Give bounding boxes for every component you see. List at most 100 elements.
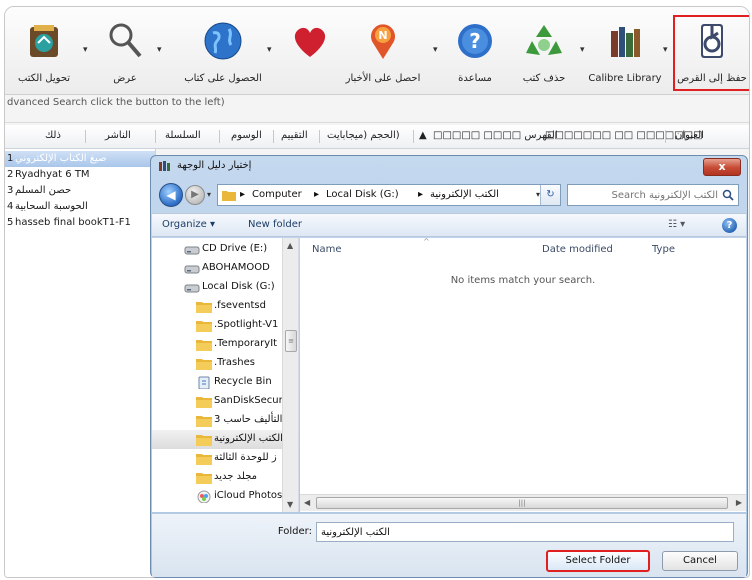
folder-search-box[interactable] <box>567 184 739 206</box>
magnifier-icon <box>109 23 142 58</box>
recent-locations-dropdown[interactable]: ▾ <box>207 190 211 199</box>
column-more[interactable]: ذلك <box>45 130 61 141</box>
nav-item-label: مجلد جديد <box>214 471 258 482</box>
change-view-button[interactable]: ☷ ▾ <box>668 219 685 230</box>
scroll-up-arrow-icon[interactable]: ▲ <box>287 241 293 250</box>
folder-icon <box>196 433 212 446</box>
column-separator <box>219 130 220 143</box>
nav-item[interactable]: Recycle Bin <box>152 373 292 392</box>
nav-item[interactable]: .fseventsd <box>152 297 292 316</box>
column-publisher[interactable]: الناشر <box>105 130 131 141</box>
scroll-thumb[interactable]: ≡ <box>285 330 297 352</box>
svg-text:?: ? <box>469 29 481 53</box>
favorite-heart-button[interactable] <box>285 15 335 91</box>
breadcrumb-computer[interactable]: Computer <box>252 189 302 200</box>
scroll-left-arrow-icon[interactable]: ◀ <box>304 498 310 507</box>
book-row-title: hasseb final bookT1-F1 <box>15 217 131 228</box>
nav-item[interactable]: Local Disk (G:) <box>152 278 292 297</box>
view-label: عرض <box>113 73 137 84</box>
nav-item[interactable]: iCloud Photos <box>152 487 292 506</box>
column-index[interactable]: القهرس □□□□ □□□□□ <box>433 130 558 141</box>
forward-arrow-icon[interactable]: ▶ <box>185 185 205 205</box>
nav-item[interactable]: ز للوحدة الثالثة <box>152 449 292 468</box>
column-tags[interactable]: الوسوم <box>231 130 262 141</box>
new-folder-button[interactable]: New folder <box>248 219 302 230</box>
breadcrumb-current-folder[interactable]: الكتب الإلكترونية <box>430 189 499 200</box>
get-books-button[interactable]: الحصول على كتاب <box>173 15 273 91</box>
folder-icon <box>196 414 212 427</box>
globe-icon <box>204 22 242 60</box>
view-button[interactable]: عرض <box>97 15 153 91</box>
book-row[interactable]: 2 Ryadhyat 6 TM <box>5 167 155 183</box>
remove-books-button[interactable]: حذف كتب ▾ <box>510 15 585 91</box>
navigation-scrollbar[interactable]: ▲ ≡ ▼ <box>282 238 298 512</box>
nav-item[interactable]: الكتب الإلكترونية <box>152 430 292 449</box>
nav-item[interactable]: مجلد جديد <box>152 468 292 487</box>
address-bar[interactable]: ▸ Computer ▸ Local Disk (G:) ▸ الكتب الإ… <box>217 184 561 206</box>
column-size[interactable]: (الحجم (ميجابايت <box>327 130 400 141</box>
save-to-disk-button[interactable]: حفظ إلى القرص <box>673 15 749 91</box>
nav-item-label: الكتب الإلكترونية <box>214 433 283 444</box>
nav-item-label: ز للوحدة الثالثة <box>214 452 277 463</box>
nav-item[interactable]: التأليف حاسب 3 <box>152 411 292 430</box>
book-row[interactable]: 3 حصن المسلم <box>5 183 155 199</box>
column-title[interactable]: العنوان <box>675 130 704 141</box>
get-books-label: الحصول على كتاب <box>184 73 262 84</box>
search-bar-divider <box>5 115 749 123</box>
convert-dropdown-arrow[interactable]: ▾ <box>83 15 93 91</box>
folder-name-input[interactable] <box>316 522 734 542</box>
breadcrumb-separator: ▸ <box>240 189 246 200</box>
column-separator <box>85 130 86 143</box>
book-row[interactable]: 1 صيغ الكتاب الإلكتروني <box>5 151 155 167</box>
column-rating[interactable]: التقييم <box>281 130 308 141</box>
icloud-photos-icon <box>196 490 212 504</box>
search-icon[interactable] <box>722 189 734 201</box>
column-type[interactable]: Type <box>652 244 675 255</box>
back-arrow-icon[interactable]: ◀ <box>159 183 183 207</box>
folder-icon <box>196 300 212 313</box>
scroll-thumb[interactable]: ||| <box>316 497 728 509</box>
remove-dropdown-arrow[interactable]: ▾ <box>580 45 585 55</box>
convert-books-icon <box>30 25 58 57</box>
drive-icon <box>184 262 200 275</box>
dialog-close-button[interactable]: x <box>703 158 741 176</box>
nav-item-label: CD Drive (E:) <box>202 243 268 254</box>
folder-icon <box>196 395 212 408</box>
nav-item[interactable]: CD Drive (E:) <box>152 240 292 259</box>
nav-item[interactable]: ABOHAMOOD <box>152 259 292 278</box>
folder-search-input[interactable] <box>572 187 718 203</box>
nav-item[interactable]: .Trashes <box>152 354 292 373</box>
nav-item-label: Recycle Bin <box>214 376 272 387</box>
file-list-scrollbar[interactable]: ◀ ||| ▶ <box>300 494 746 511</box>
column-date-modified[interactable]: Date modified <box>542 244 613 255</box>
cancel-button[interactable]: Cancel <box>662 551 738 571</box>
nav-item[interactable]: .TemporaryIt <box>152 335 292 354</box>
column-separator <box>319 130 320 143</box>
scroll-right-arrow-icon[interactable]: ▶ <box>736 498 742 507</box>
refresh-icon[interactable]: ↻ <box>540 185 560 205</box>
organize-menu-button[interactable]: Organize ▾ <box>162 219 215 230</box>
column-name[interactable]: Name <box>312 244 342 255</box>
search-hint: dvanced Search click the button to the l… <box>7 97 225 108</box>
fetch-news-button[interactable]: N احصل على الأخبار <box>335 15 431 91</box>
nav-item-label: التأليف حاسب 3 <box>214 414 283 425</box>
nav-item-label: Local Disk (G:) <box>202 281 275 292</box>
news-dropdown-arrow[interactable]: ▾ <box>433 15 443 91</box>
book-row[interactable]: 4 الحوسبة السحابية <box>5 199 155 215</box>
book-row-title: الحوسبة السحابية <box>15 201 88 212</box>
sort-indicator-icon: ^ <box>423 237 430 246</box>
scroll-down-arrow-icon[interactable]: ▼ <box>287 500 293 509</box>
help-button[interactable]: ? مساعدة <box>445 15 505 91</box>
breadcrumb-local-disk[interactable]: Local Disk (G:) <box>326 189 399 200</box>
column-series[interactable]: السلسلة <box>165 130 201 141</box>
convert-books-button[interactable]: تحويل الكتب <box>9 15 79 91</box>
recycle-bin-icon <box>196 376 212 390</box>
nav-item[interactable]: .Spotlight-V1 <box>152 316 292 335</box>
nav-item[interactable]: SanDiskSecur <box>152 392 292 411</box>
select-folder-button[interactable]: Select Folder <box>546 550 650 572</box>
book-row[interactable]: 5 hasseb final bookT1-F1 <box>5 215 155 231</box>
view-dropdown-arrow[interactable]: ▾ <box>157 15 167 91</box>
dialog-help-icon[interactable]: ? <box>722 218 737 233</box>
book-row-title: صيغ الكتاب الإلكتروني <box>15 153 107 164</box>
calibre-library-button[interactable]: Calibre Library <box>585 15 665 91</box>
